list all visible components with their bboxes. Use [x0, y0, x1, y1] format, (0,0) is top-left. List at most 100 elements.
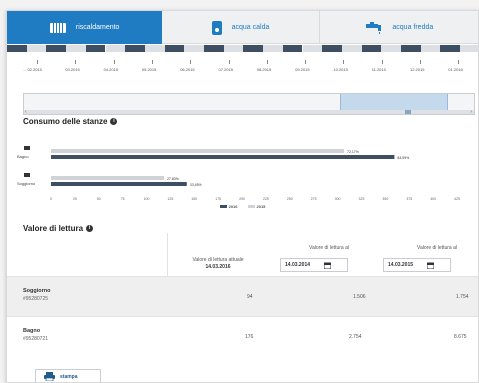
timeline-month-label[interactable]: 03.2015 — [65, 67, 79, 72]
timeline-segment — [341, 45, 362, 52]
timeline-segment — [440, 45, 461, 52]
tab-label: riscaldamento — [75, 24, 120, 31]
timeline-month-label[interactable]: 11.2015 — [372, 67, 386, 72]
timeline-segment — [204, 45, 224, 52]
timeline-segment — [401, 45, 421, 52]
bar-2015 — [51, 149, 345, 153]
tab-label: acqua fredda — [392, 24, 434, 31]
timeline-tick — [228, 60, 230, 64]
timeline-tick — [266, 60, 268, 64]
bar-2016 — [51, 182, 187, 186]
timeline-month-label[interactable]: 01.2016 — [448, 67, 462, 72]
header-current: Valore di lettura attuale 14.03.2016 — [192, 257, 244, 270]
bar-value-label: 27,83% — [167, 177, 179, 181]
current-value: 176 — [245, 334, 254, 340]
info-icon[interactable]: i — [86, 225, 94, 233]
x-tick-label: 250 — [287, 197, 293, 201]
timeline-tick — [75, 60, 77, 64]
bathtub-icon — [24, 146, 30, 150]
timeline-tick — [113, 60, 115, 64]
timeline-month-label[interactable]: 09.2015 — [295, 67, 309, 72]
sofa-icon — [24, 173, 30, 177]
timeline-segment — [282, 45, 303, 52]
timeline-segment — [361, 45, 382, 52]
x-tick-label: 75 — [121, 197, 125, 201]
timeline-segment — [144, 45, 165, 52]
timeline-segment — [263, 45, 283, 52]
header-date-b: Valore di lettura al — [417, 245, 457, 251]
bar-2016 — [51, 155, 395, 159]
timeline-month-label[interactable]: 04.2015 — [104, 67, 118, 72]
timeline-tick — [190, 60, 192, 64]
timeline-segment — [223, 45, 244, 52]
timeline-month-label[interactable]: 07.2015 — [219, 67, 233, 72]
timeline-segment — [420, 45, 441, 52]
water-heater-icon — [211, 20, 222, 35]
x-tick-label: 300 — [335, 197, 341, 201]
current-value: 94 — [247, 294, 253, 300]
timeline-month-label[interactable]: 10.2015 — [333, 67, 347, 72]
scroll-right-arrow[interactable]: › — [470, 110, 472, 115]
tab-bar: riscaldamento acqua calda acqua fredda — [7, 11, 478, 44]
slider-grip[interactable] — [405, 110, 411, 114]
month-timeline[interactable]: ... 02.2015 03.2015 04.2015 05.2015 06.2015 0… — [7, 44, 478, 72]
x-tick-label: 125 — [167, 197, 173, 201]
print-button[interactable]: stampa — [35, 369, 101, 382]
timeline-segment — [381, 45, 401, 52]
timeline-segment — [125, 45, 145, 52]
meter-code: #95280721 — [23, 336, 49, 342]
tab-acqua-fredda[interactable]: acqua fredda — [320, 11, 478, 44]
tab-acqua-calda[interactable]: acqua calda — [162, 11, 320, 44]
timeline-tick — [305, 60, 307, 64]
value-date-a: 2.754 — [349, 334, 362, 340]
tab-riscaldamento[interactable]: riscaldamento — [7, 11, 163, 44]
timeline-month-label[interactable]: 12.2015 — [410, 67, 424, 72]
timeline-month-label[interactable]: 06.2015 — [180, 67, 194, 72]
printer-icon — [44, 372, 55, 381]
info-icon[interactable]: i — [110, 118, 118, 126]
consumption-chart: Bagno 72,17% 84,59% Soggiorno 27,83% 33,45% 0 2… — [17, 146, 460, 201]
x-tick-label: 375 — [406, 197, 412, 201]
room-label: Soggiorno — [17, 181, 36, 186]
calendar-icon[interactable] — [324, 262, 332, 269]
x-tick-label: 25 — [73, 197, 77, 201]
timeline-month-label[interactable]: 05.2015 — [142, 67, 156, 72]
x-tick-label: 275 — [311, 197, 317, 201]
x-tick-label: 200 — [239, 197, 245, 201]
x-tick-label: 0 — [50, 197, 52, 201]
timeline-segment — [26, 45, 47, 52]
timeline-tick — [420, 60, 421, 64]
value-date-b: 1.754 — [456, 294, 469, 300]
radiator-icon — [49, 22, 66, 33]
bar-value-label: 33,45% — [190, 183, 202, 187]
range-slider[interactable]: ‹ › — [23, 93, 475, 115]
timeline-segment — [322, 45, 342, 52]
table-row: Bagno #95280721 176 2.754 8.675 — [7, 316, 478, 356]
date-picker-a[interactable]: 14.03.2014 — [280, 258, 348, 272]
meter-code: #95280725 — [23, 296, 49, 302]
timeline-tick — [458, 60, 460, 64]
timeline-segment — [460, 45, 478, 52]
table-row: Soggiorno #95280725 94 1.506 1.754 — [7, 276, 478, 316]
calendar-icon[interactable] — [427, 262, 435, 269]
app-frame: riscaldamento acqua calda acqua fredda .… — [6, 10, 479, 383]
timeline-month-label[interactable]: 08.2015 — [257, 67, 271, 72]
timeline-segment — [66, 45, 86, 52]
header-date-a: Valore di lettura al — [309, 245, 349, 251]
timeline-segment — [105, 45, 126, 52]
value-date-b: 8.675 — [454, 334, 467, 340]
timeline-month-label[interactable]: ... 02.2015 — [23, 67, 42, 72]
timeline-segment — [302, 45, 323, 52]
scroll-left-arrow[interactable]: ‹ — [25, 110, 27, 115]
timeline-segment — [164, 45, 185, 52]
consumption-title: Consumo delle stanze i — [23, 117, 118, 126]
room-name: Soggiorno — [23, 288, 51, 294]
timeline-segment — [46, 45, 67, 52]
x-tick-label: 100 — [144, 197, 150, 201]
x-tick-label: 50 — [97, 197, 101, 201]
timeline-segment — [184, 45, 204, 52]
room-label: Bagno — [17, 154, 29, 159]
legend-item-2015: 2015 — [247, 204, 265, 209]
date-picker-b[interactable]: 14.03.2015 — [383, 258, 451, 272]
value-date-a: 1.506 — [353, 294, 366, 300]
